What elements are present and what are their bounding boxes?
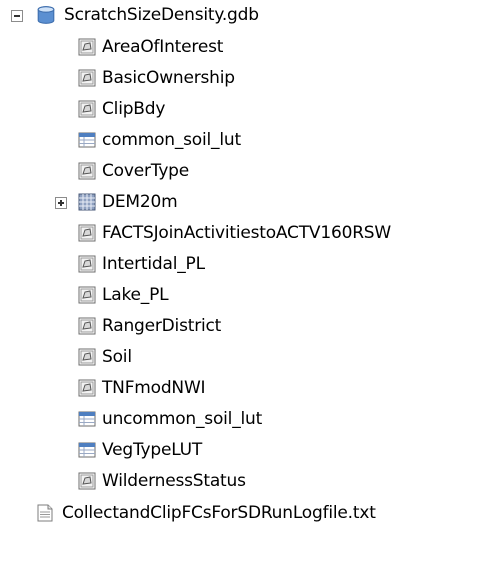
tree-node-child[interactable]: Intertidal_PL [78, 249, 205, 279]
tree-node-child[interactable]: BasicOwnership [78, 63, 235, 93]
child-label: TNFmodNWI [102, 378, 206, 398]
collapse-toggle[interactable] [11, 10, 23, 22]
tree-node-child[interactable]: VegTypeLUT [78, 435, 202, 465]
tree-node-child[interactable]: Lake_PL [78, 280, 169, 310]
child-label: uncommon_soil_lut [102, 409, 263, 429]
table-icon [78, 411, 96, 427]
polygon-featureclass-icon [78, 317, 96, 335]
child-label: common_soil_lut [102, 130, 241, 150]
child-label: VegTypeLUT [102, 440, 203, 460]
polygon-featureclass-icon [78, 100, 96, 118]
tree-node-child[interactable]: common_soil_lut [78, 125, 241, 155]
polygon-featureclass-icon [78, 255, 96, 273]
tree-node-file[interactable]: CollectandClipFCsForSDRunLogfile.txt [36, 498, 376, 528]
tree-node-child[interactable]: TNFmodNWI [78, 373, 206, 403]
tree-node-root[interactable]: ScratchSizeDensity.gdb [36, 0, 259, 30]
child-label: Intertidal_PL [102, 254, 205, 274]
expand-toggle[interactable] [55, 197, 67, 209]
tree-node-child[interactable]: RangerDistrict [78, 311, 221, 341]
polygon-featureclass-icon [78, 224, 96, 242]
tree-node-child[interactable]: Soil [78, 342, 132, 372]
tree-node-child[interactable]: DEM20m [78, 187, 178, 217]
tree-node-child[interactable]: ClipBdy [78, 94, 165, 124]
file-label: CollectandClipFCsForSDRunLogfile.txt [62, 503, 376, 523]
polygon-featureclass-icon [78, 38, 96, 56]
polygon-featureclass-icon [78, 286, 96, 304]
tree-node-child[interactable]: uncommon_soil_lut [78, 404, 262, 434]
child-label: CoverType [102, 161, 190, 181]
child-label: ClipBdy [102, 99, 166, 119]
tree-node-child[interactable]: AreaOfInterest [78, 32, 223, 62]
child-label: RangerDistrict [102, 316, 222, 336]
child-label: DEM20m [102, 192, 178, 212]
tree-node-child[interactable]: CoverType [78, 156, 189, 186]
text-file-icon [37, 504, 53, 522]
child-label: AreaOfInterest [102, 37, 224, 57]
raster-grid-icon [78, 193, 96, 211]
polygon-featureclass-icon [78, 379, 96, 397]
polygon-featureclass-icon [78, 472, 96, 490]
polygon-featureclass-icon [78, 162, 96, 180]
child-label: WildernessStatus [102, 471, 246, 491]
tree-node-child[interactable]: WildernessStatus [78, 466, 246, 496]
child-label: FACTSJoinActivitiestoACTV160RSW [102, 223, 392, 243]
polygon-featureclass-icon [78, 348, 96, 366]
table-icon [78, 442, 96, 458]
child-label: BasicOwnership [102, 68, 235, 88]
child-label: Soil [102, 347, 132, 367]
table-icon [78, 132, 96, 148]
tree-node-child[interactable]: FACTSJoinActivitiestoACTV160RSW [78, 218, 391, 248]
database-cylinder-icon [37, 6, 55, 24]
child-label: Lake_PL [102, 285, 169, 305]
root-label: ScratchSizeDensity.gdb [64, 5, 259, 25]
polygon-featureclass-icon [78, 69, 96, 87]
catalog-tree: ScratchSizeDensity.gdb AreaOfInterest Ba… [0, 0, 496, 584]
